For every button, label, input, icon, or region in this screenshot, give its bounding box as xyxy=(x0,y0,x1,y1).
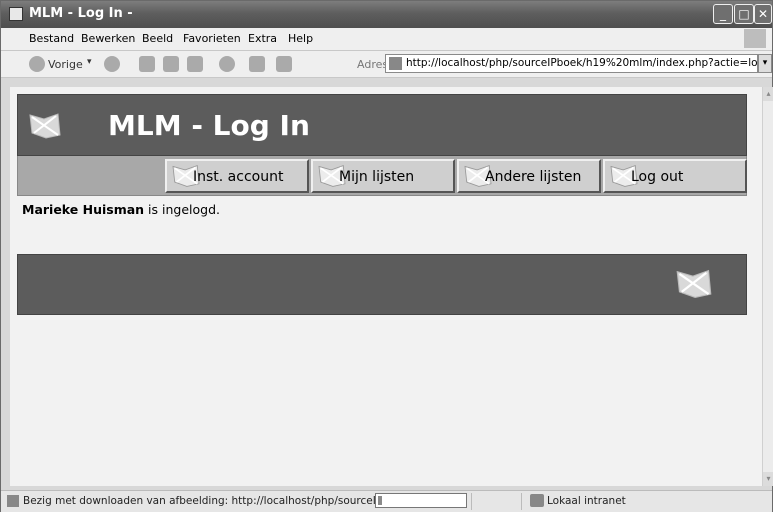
menu-help[interactable]: Help xyxy=(288,32,313,45)
scroll-down-icon[interactable]: ▾ xyxy=(763,472,773,486)
ie-app-icon xyxy=(9,7,23,21)
minimize-button[interactable]: _ xyxy=(713,4,733,24)
maximize-button[interactable]: □ xyxy=(734,4,754,24)
standard-toolbar: Vorige ▾ Adres http://localhost/php/sour… xyxy=(1,51,772,78)
home-icon[interactable] xyxy=(187,56,203,72)
nav-label: Mijn lijsten xyxy=(339,169,415,185)
refresh-icon[interactable] xyxy=(163,56,179,72)
login-status-text: Marieke Huisman is ingelogd. xyxy=(22,202,220,217)
windows-logo-icon xyxy=(744,29,766,48)
footer-banner xyxy=(17,254,747,315)
title-bar: MLM - Log In - _ □ ✕ xyxy=(1,1,772,28)
status-divider xyxy=(471,493,472,510)
download-progress-bar xyxy=(375,493,467,508)
page-loading-icon xyxy=(7,495,19,507)
window-title: MLM - Log In - xyxy=(29,6,133,21)
progress-fill xyxy=(378,496,382,505)
status-bar: Bezig met downloaden van afbeelding: htt… xyxy=(1,490,772,512)
close-button[interactable]: ✕ xyxy=(754,4,772,24)
user-name: Marieke Huisman xyxy=(22,202,145,217)
menu-bestand[interactable]: Bestand xyxy=(29,32,74,45)
menu-favorieten[interactable]: Favorieten xyxy=(183,32,241,45)
navigation-bar: Inst. account Mijn lijsten Andere lijste… xyxy=(17,156,747,196)
page-viewport: MLM - Log In Inst. account Mijn lijsten xyxy=(10,87,762,486)
flag-logo-icon xyxy=(676,269,712,298)
flag-logo-icon xyxy=(29,113,61,139)
address-label: Adres xyxy=(357,58,389,71)
security-zone-label: Lokaal intranet xyxy=(547,495,626,507)
menu-bewerken[interactable]: Bewerken xyxy=(81,32,135,45)
back-button-label[interactable]: Vorige xyxy=(48,58,83,76)
menu-bar: Bestand Bewerken Beeld Favorieten Extra … xyxy=(1,28,772,51)
print-icon[interactable] xyxy=(249,56,265,72)
page-title: MLM - Log In xyxy=(108,109,310,142)
browser-window: MLM - Log In - _ □ ✕ Bestand Bewerken Be… xyxy=(0,0,773,512)
back-arrow-icon[interactable] xyxy=(29,56,45,72)
nav-mijn-lijsten-button[interactable]: Mijn lijsten xyxy=(311,159,455,193)
back-dropdown-icon[interactable]: ▾ xyxy=(87,57,92,75)
nav-label: Log out xyxy=(631,169,684,185)
intranet-zone-icon xyxy=(530,494,544,507)
vertical-scrollbar[interactable]: ▴ ▾ xyxy=(762,87,773,486)
menu-extra[interactable]: Extra xyxy=(248,32,277,45)
stop-icon[interactable] xyxy=(139,56,155,72)
nav-inst-account-button[interactable]: Inst. account xyxy=(165,159,309,193)
page-icon xyxy=(389,57,402,70)
nav-andere-lijsten-button[interactable]: Andere lijsten xyxy=(457,159,601,193)
nav-log-out-button[interactable]: Log out xyxy=(603,159,747,193)
scroll-up-icon[interactable]: ▴ xyxy=(763,87,773,101)
address-dropdown-icon[interactable]: ▾ xyxy=(758,54,772,73)
header-banner: MLM - Log In xyxy=(17,94,747,156)
status-divider xyxy=(521,493,522,510)
forward-arrow-icon[interactable] xyxy=(104,56,120,72)
nav-label: Andere lijsten xyxy=(485,169,582,185)
history-icon[interactable] xyxy=(219,56,235,72)
address-url: http://localhost/php/sourceIPboek/h19%20… xyxy=(406,57,758,69)
nav-label: Inst. account xyxy=(193,169,284,185)
menu-beeld[interactable]: Beeld xyxy=(142,32,173,45)
logged-in-message: is ingelogd. xyxy=(148,202,220,217)
status-text: Bezig met downloaden van afbeelding: htt… xyxy=(23,495,408,507)
address-input[interactable]: http://localhost/php/sourceIPboek/h19%20… xyxy=(385,54,758,73)
edit-icon[interactable] xyxy=(276,56,292,72)
